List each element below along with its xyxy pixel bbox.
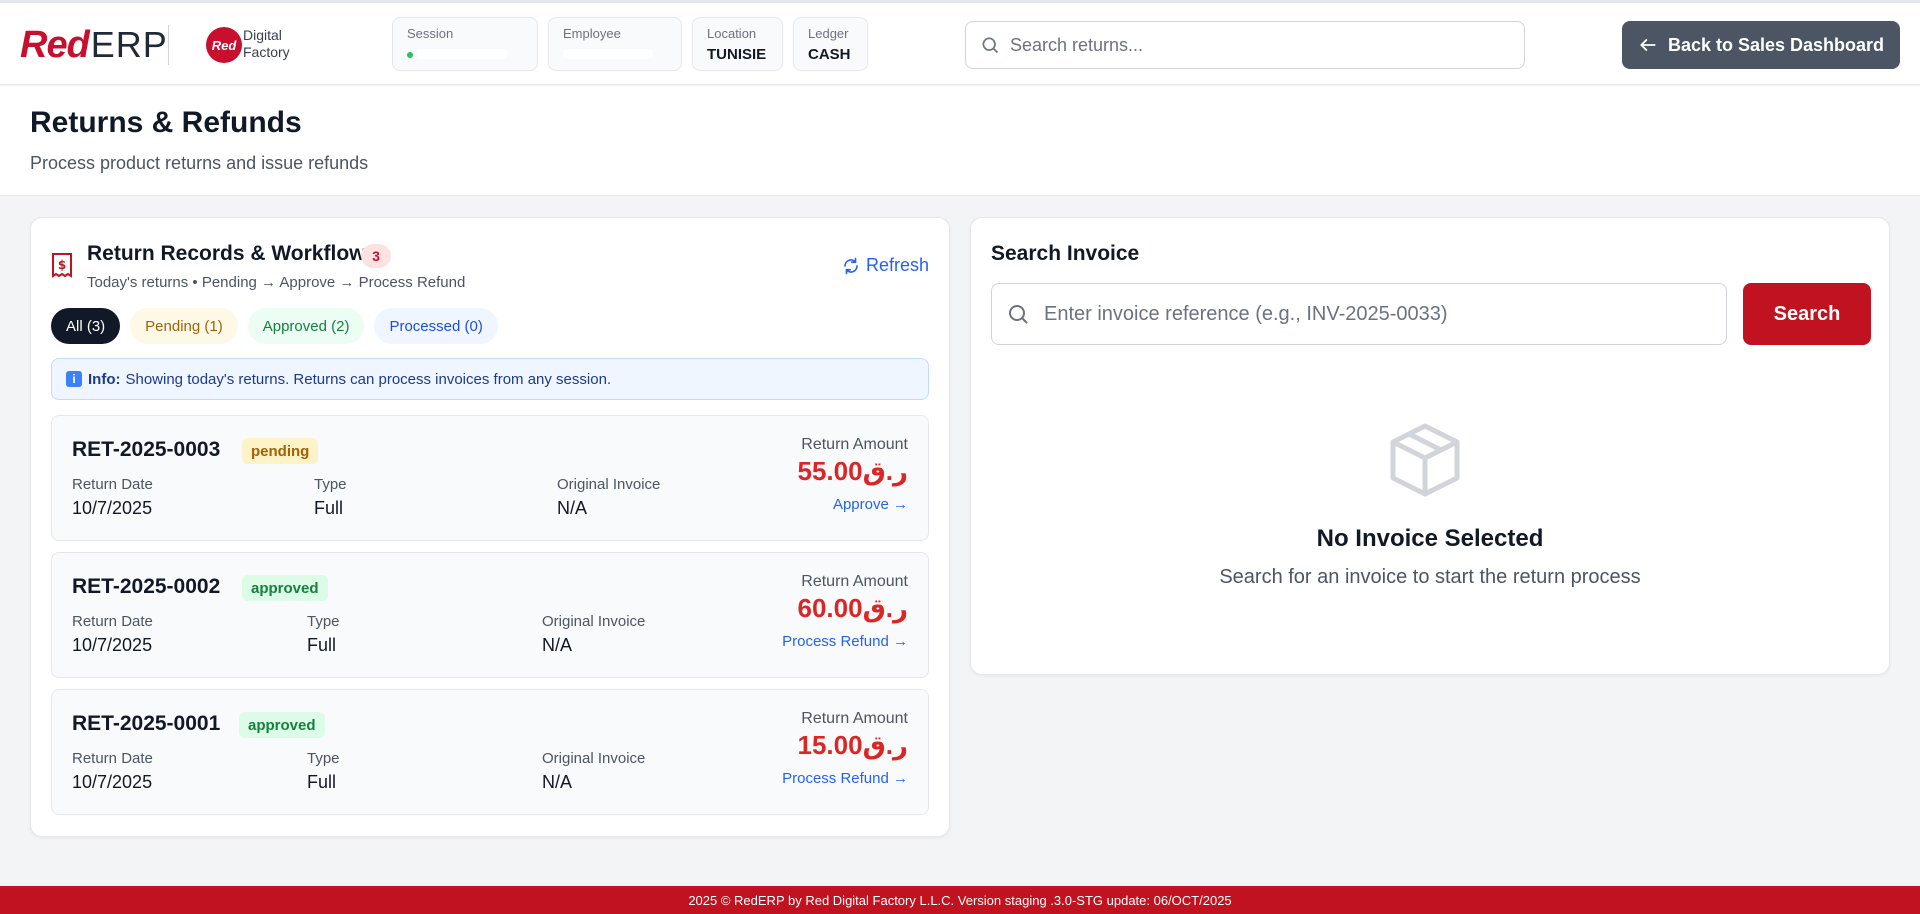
session-status-dot (407, 52, 413, 59)
original-invoice-label: Original Invoice (542, 613, 646, 630)
refresh-button[interactable]: Refresh (842, 255, 929, 276)
type-label: Type (307, 613, 340, 630)
receipt-dollar-icon: $ (52, 253, 72, 278)
records-title: Return Records & Workflow (87, 242, 366, 265)
no-invoice-title: No Invoice Selected (1316, 525, 1544, 552)
return-date-value: 10/7/2025 (72, 635, 153, 655)
package-box-icon (1390, 423, 1460, 497)
location-label: Location (707, 26, 757, 41)
page-subtitle: Process product returns and issue refund… (30, 153, 369, 173)
invoice-search-box[interactable] (991, 283, 1727, 345)
digital-factory-badge: Red (206, 27, 242, 63)
employee-info: Employee (548, 17, 682, 71)
info-banner-text: Showing today's returns. Returns can pro… (125, 370, 612, 388)
search-icon (982, 37, 999, 54)
ledger-info: Ledger CASH (793, 17, 868, 71)
return-date-label: Return Date (72, 750, 153, 767)
return-amount-label: Return Amount (801, 710, 908, 727)
svg-text:$: $ (58, 258, 66, 272)
partner-line2: Factory (243, 44, 290, 60)
filter-pending[interactable]: Pending (1) (130, 308, 238, 344)
status-badge: approved (239, 712, 325, 738)
return-id: RET-2025-0002 (72, 575, 221, 598)
return-date-value: 10/7/2025 (72, 772, 153, 792)
logo-red-text: Red (20, 23, 90, 66)
type-value: Full (307, 635, 337, 655)
page-header: Returns & Refunds Process product return… (0, 86, 1920, 196)
location-info: Location TUNISIE (692, 17, 783, 71)
invoice-reference-input[interactable] (1044, 302, 1724, 326)
search-invoice-title: Search Invoice (991, 242, 1140, 265)
original-invoice-label: Original Invoice (542, 750, 646, 767)
session-value (407, 44, 523, 66)
approve-link[interactable]: Approve → (833, 496, 908, 513)
return-record-row[interactable]: RET-2025-0003 pending Return Date 10/7/2… (51, 415, 929, 541)
employee-label: Employee (563, 26, 621, 41)
return-id: RET-2025-0003 (72, 438, 221, 461)
employee-redacted (563, 49, 653, 59)
return-date-value: 10/7/2025 (72, 498, 153, 518)
process-refund-link[interactable]: Process Refund → (782, 633, 908, 650)
type-value: Full (314, 498, 344, 518)
ledger-value: CASH (808, 46, 851, 63)
search-icon (1009, 305, 1028, 324)
return-date-label: Return Date (72, 613, 153, 630)
rederp-logo[interactable]: Red ERP (20, 23, 168, 66)
type-label: Type (307, 750, 340, 767)
refresh-label: Refresh (865, 255, 929, 275)
logo-divider (168, 25, 169, 65)
search-invoice-button[interactable]: Search (1743, 283, 1871, 345)
info-banner-label: Info: (88, 370, 121, 388)
app-header: Red ERP Red Digital Factory Session Empl… (0, 3, 1920, 85)
return-records-card: $ Return Records & Workflow 3 Today's re… (30, 217, 950, 837)
status-badge: approved (242, 575, 328, 601)
footer-text: 2025 © RedERP by Red Digital Factory L.L… (688, 892, 1232, 908)
process-refund-link[interactable]: Process Refund → (782, 770, 908, 787)
status-badge: pending (242, 438, 319, 464)
back-button-label: Back to Sales Dashboard (1667, 34, 1885, 55)
original-invoice-label: Original Invoice (557, 476, 661, 493)
ledger-label: Ledger (808, 26, 849, 41)
employee-value (563, 44, 667, 66)
partner-line1: Digital (243, 27, 282, 43)
records-count-badge: 3 (361, 244, 391, 268)
return-record-row[interactable]: RET-2025-0002 approved Type Full Return … (51, 552, 929, 678)
returns-search-input[interactable] (1010, 34, 1490, 56)
return-amount-value: 60.00ر.ق (797, 593, 908, 623)
return-amount-value: 15.00ر.ق (797, 730, 908, 760)
session-label: Session (407, 26, 454, 41)
filter-all[interactable]: All (3) (51, 308, 121, 344)
original-invoice-value: N/A (542, 635, 573, 655)
refresh-icon (844, 257, 858, 274)
return-record-row[interactable]: RET-2025-0001 approved Return Date 10/7/… (51, 689, 929, 815)
page-title: Returns & Refunds (30, 106, 302, 139)
return-amount-label: Return Amount (801, 573, 908, 590)
return-amount-value: 55.00ر.ق (797, 456, 908, 486)
records-subtitle: Today's returns • Pending → Approve → Pr… (87, 274, 466, 291)
original-invoice-value: N/A (542, 772, 573, 792)
return-date-label: Return Date (72, 476, 153, 493)
no-invoice-subtitle: Search for an invoice to start the retur… (1219, 566, 1641, 588)
back-to-sales-dashboard-button[interactable]: Back to Sales Dashboard (1622, 21, 1900, 69)
session-info: Session (392, 17, 538, 71)
info-icon: i (66, 371, 82, 387)
footer-bar: 2025 © RedERP by Red Digital Factory L.L… (0, 886, 1920, 914)
digital-factory-label: Digital Factory (243, 27, 290, 61)
info-banner: i Info: Showing today's returns. Returns… (51, 358, 929, 400)
type-value: Full (307, 772, 337, 792)
logo-erp-text: ERP (90, 24, 168, 65)
arrow-left-icon (1640, 39, 1656, 51)
filter-processed[interactable]: Processed (0) (374, 308, 498, 344)
session-redacted (417, 49, 508, 59)
type-label: Type (314, 476, 347, 493)
search-invoice-card: Search Invoice Search No Invoice Selecte… (970, 217, 1890, 675)
filter-approved[interactable]: Approved (2) (247, 308, 365, 344)
returns-search-box[interactable] (965, 21, 1525, 69)
original-invoice-value: N/A (557, 498, 588, 518)
location-value: TUNISIE (707, 46, 767, 63)
status-filter-tabs: All (3) Pending (1) Approved (2) Process… (51, 308, 498, 344)
return-id: RET-2025-0001 (72, 712, 221, 735)
return-amount-label: Return Amount (801, 436, 908, 453)
